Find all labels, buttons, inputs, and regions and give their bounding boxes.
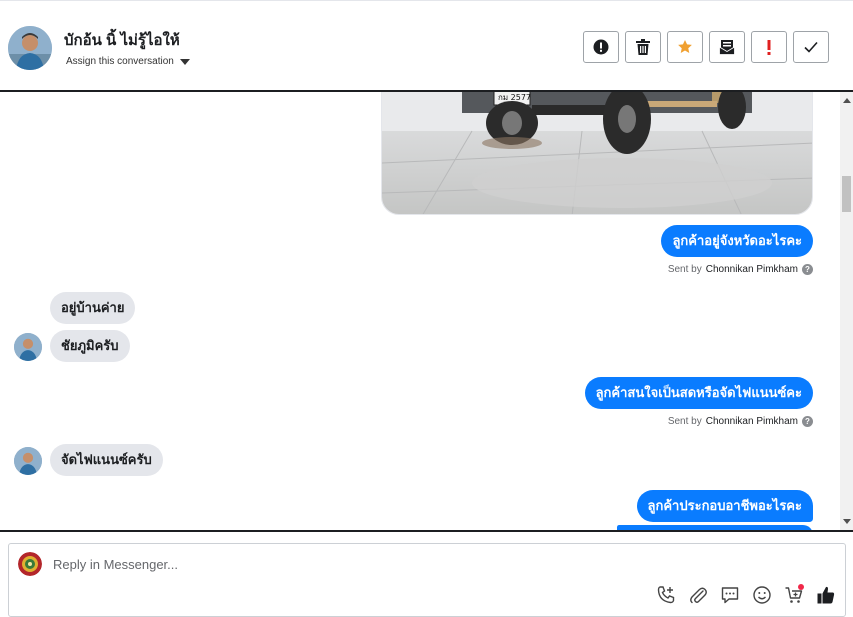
message-text: อยู่บ้านค่าย [61,300,125,315]
sender-name: Chonnikan Pimkham [705,264,798,275]
saved-reply-icon [721,587,739,604]
message-text: จัดไฟแนนซ์ครับ [61,452,152,467]
sent-by-prefix: Sent by [667,416,702,427]
message-outgoing: ลูกค้าสนใจเป็นสดหรือจัดไฟแนนซ์คะ [584,377,813,409]
help-icon[interactable]: ? [802,416,813,427]
cart-button[interactable] [783,584,805,606]
shared-vehicle-photo[interactable]: กม 2577 [381,92,813,215]
message-text: ลูกค้าสนใจเป็นสดหรือจัดไฟแนนซ์คะ [595,385,802,400]
message-outgoing: ลูกค้าประกอบอาชีพอะไรคะ [636,490,813,522]
call-add-icon [657,586,675,604]
message-text: ลูกค้าอยู่จังหวัดอะไรคะ [672,233,802,248]
page-avatar [18,552,42,576]
delete-button[interactable] [625,31,661,63]
message-incoming: จัดไฟแนนซ์ครับ [50,444,163,476]
reply-input[interactable] [53,554,753,574]
license-plate: กม 2577 [498,93,531,102]
scroll-thumb[interactable] [842,176,851,212]
message-outgoing: ลูกค้าอยู่จังหวัดอะไรคะ [661,225,813,257]
mark-unread-icon [719,40,735,55]
done-check-icon [804,41,818,53]
attachment-icon [690,587,707,604]
saved-reply-button[interactable] [719,584,741,606]
notification-dot [798,584,804,590]
contact-avatar-small[interactable] [14,333,42,361]
caret-down-icon [179,58,190,65]
message-text: ชัยภูมิครับ [61,338,119,353]
thumbs-up-icon [817,586,835,604]
star-icon [678,40,692,53]
contact-name: บักอ้น นิ้ ไม่รู้ไอให้ [64,32,180,49]
attachment-button[interactable] [687,584,709,606]
conversation-actions [583,31,829,63]
report-icon [593,39,609,55]
reply-composer [8,543,846,617]
emoji-button[interactable] [751,584,773,606]
report-button[interactable] [583,31,619,63]
trash-icon [636,39,650,55]
sent-by-label: Sent by Chonnikan Pimkham ? [668,264,813,275]
follow-up-button[interactable] [751,31,787,63]
thread-bottom-divider [0,530,853,532]
star-button[interactable] [667,31,703,63]
scroll-up-arrow-icon[interactable] [843,98,851,103]
message-incoming: ชัยภูมิครับ [50,330,130,362]
message-text: ลูกค้าประกอบอาชีพอะไรคะ [647,498,802,513]
call-add-button[interactable] [655,584,677,606]
sent-by-label: Sent by Chonnikan Pimkham ? [668,416,813,427]
emoji-icon [753,586,771,604]
like-button[interactable] [815,584,837,606]
sent-by-prefix: Sent by [667,264,702,275]
message-incoming: อยู่บ้านค่าย [50,292,136,324]
conversation-header: บักอ้น นิ้ ไม่รู้ไอให้ Assign this conve… [0,4,853,90]
message-thread: กม 2577 ลูกค้าอยู่จังหวัดอะไรคะ Sent by … [0,92,840,530]
help-icon[interactable]: ? [802,264,813,275]
composer-tools [655,584,837,606]
contact-avatar-small[interactable] [14,447,42,475]
follow-up-icon [767,40,771,55]
sender-name: Chonnikan Pimkham [705,416,798,427]
assign-conversation-dropdown[interactable]: Assign this conversation [66,56,190,67]
scroll-down-arrow-icon[interactable] [843,519,851,524]
thread-scrollbar[interactable] [840,92,853,530]
contact-avatar[interactable] [8,26,52,70]
done-button[interactable] [793,31,829,63]
mark-unread-button[interactable] [709,31,745,63]
assign-label: Assign this conversation [66,56,174,67]
